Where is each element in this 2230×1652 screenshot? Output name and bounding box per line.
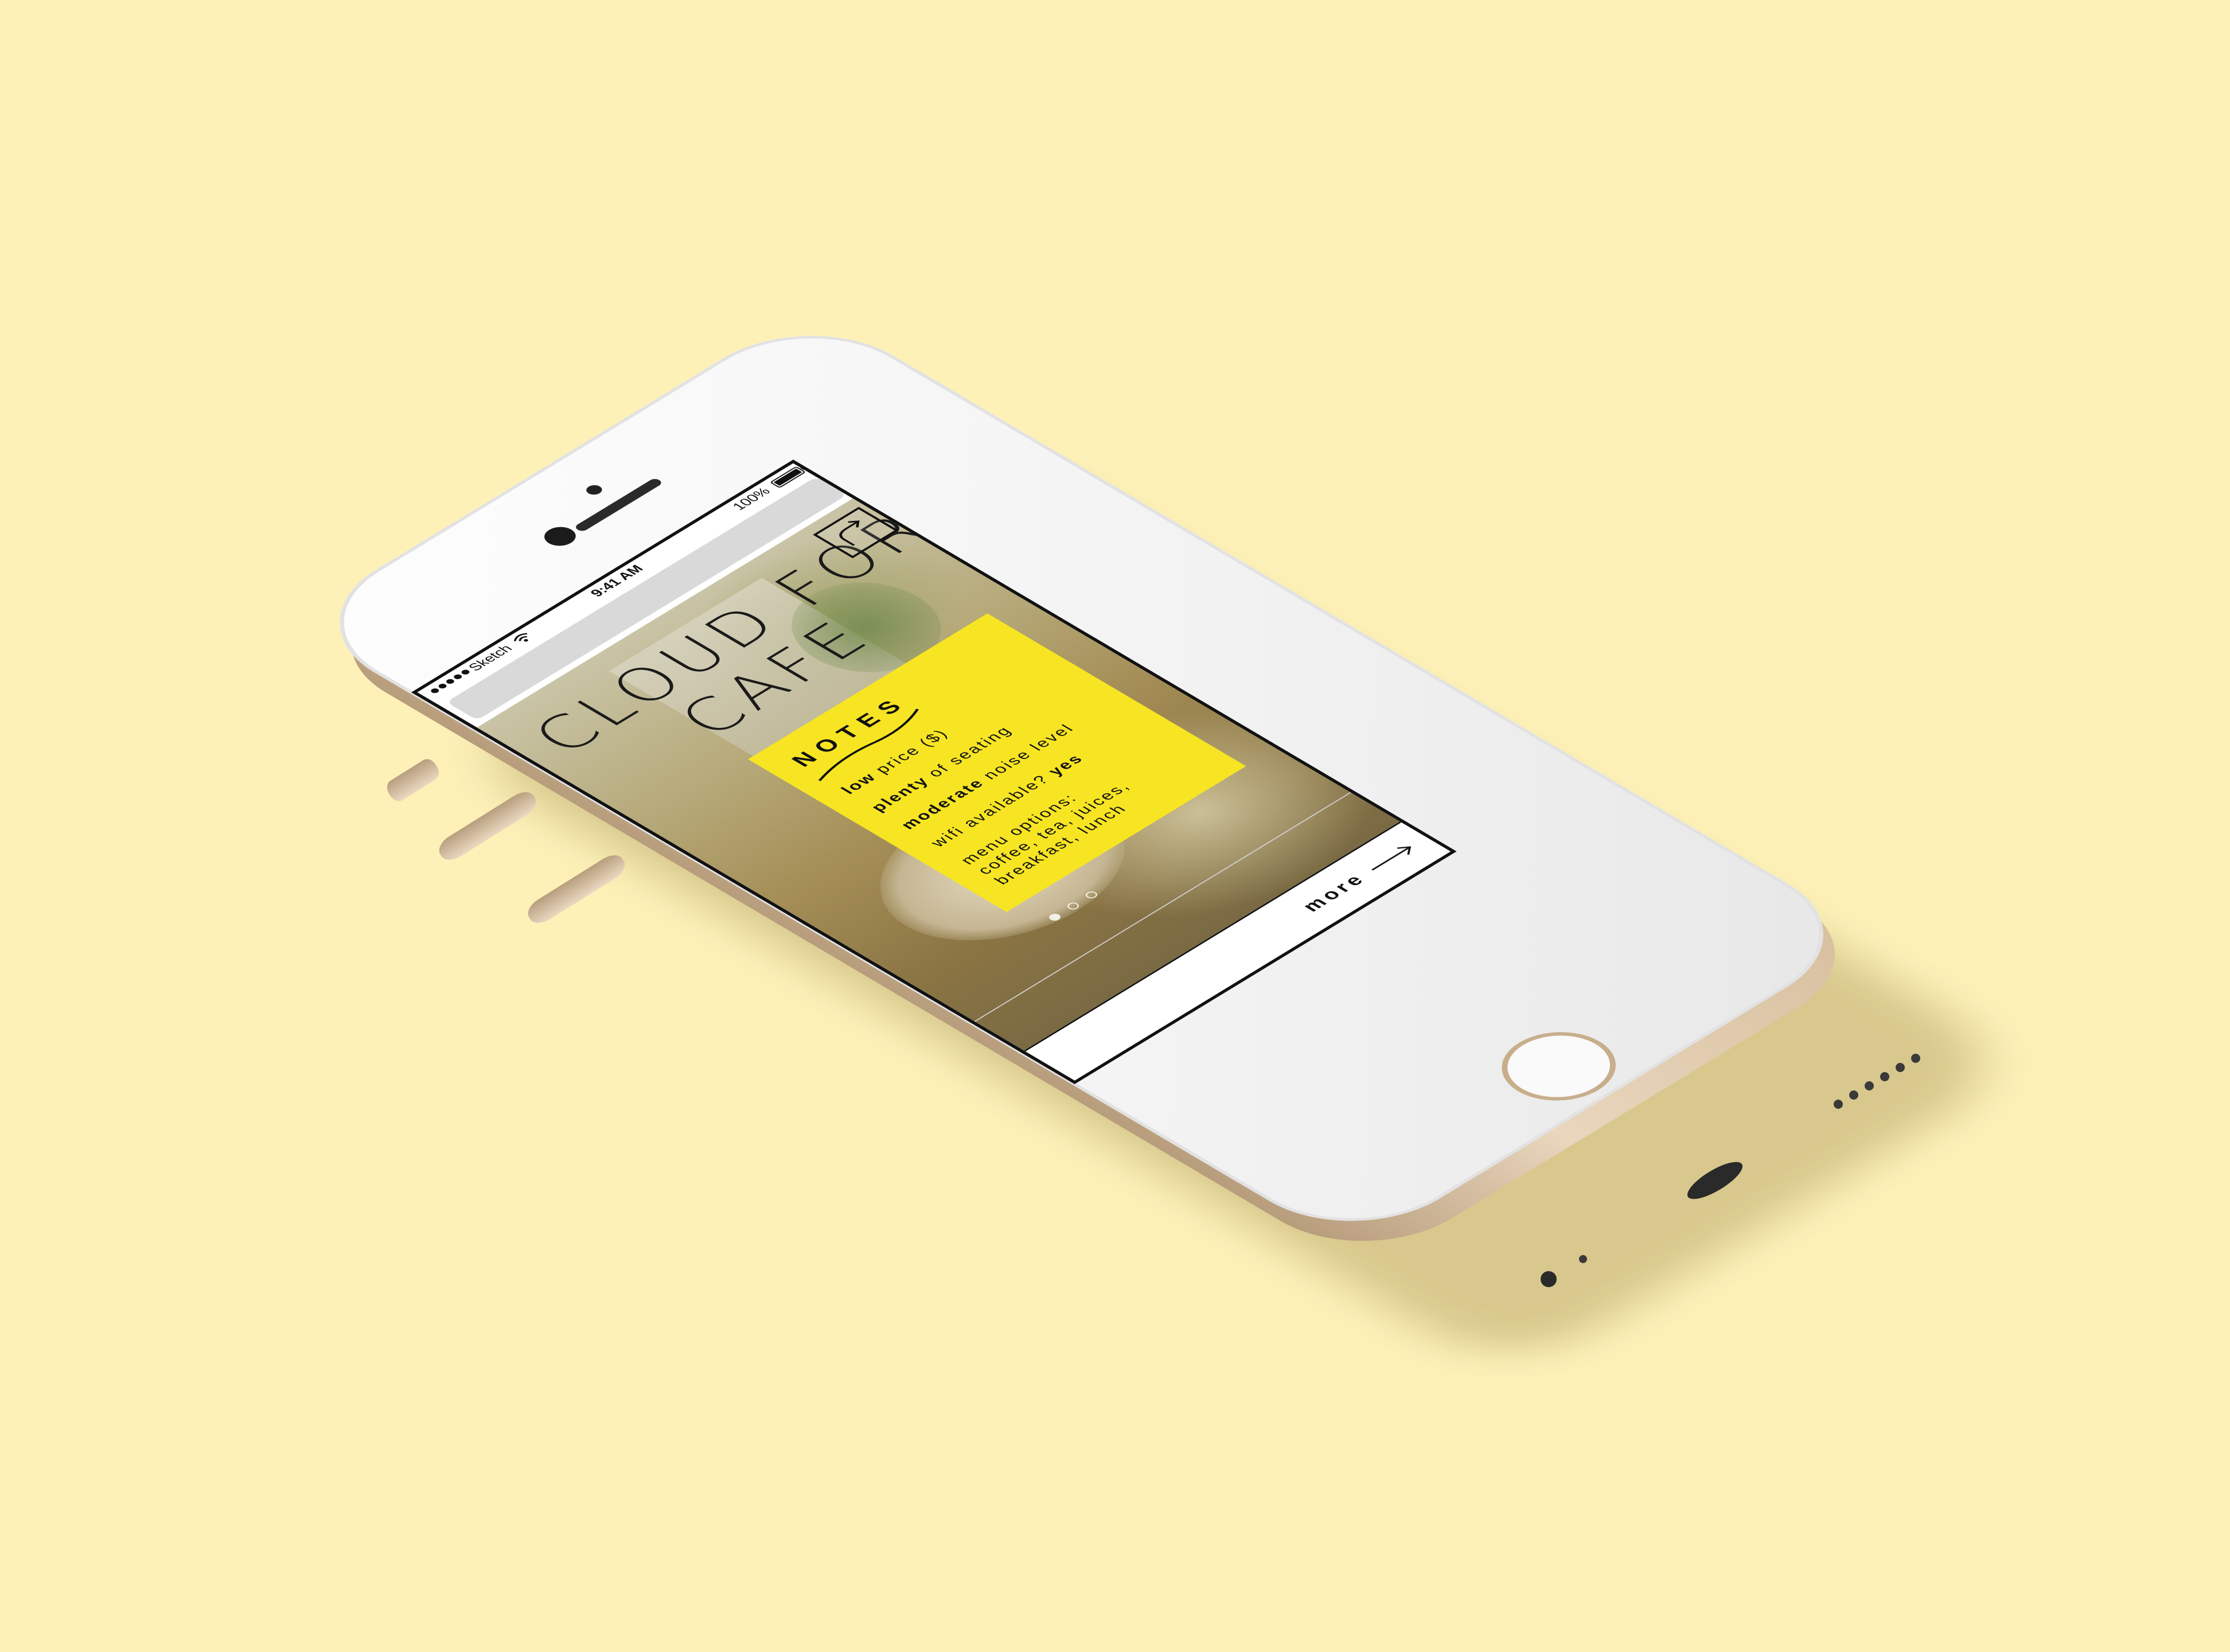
- more-label: more: [1297, 870, 1371, 915]
- mockup-scene: Sketch 9:41 AM 100% CLOUD FOREST CAFE NO…: [0, 0, 2230, 1652]
- volume-up-button: [434, 787, 541, 865]
- mute-switch: [383, 755, 443, 805]
- right-arrow-icon: [1371, 846, 1411, 871]
- earpiece-speaker: [573, 477, 664, 533]
- volume-down-button: [523, 850, 630, 928]
- proximity-sensor: [583, 483, 606, 497]
